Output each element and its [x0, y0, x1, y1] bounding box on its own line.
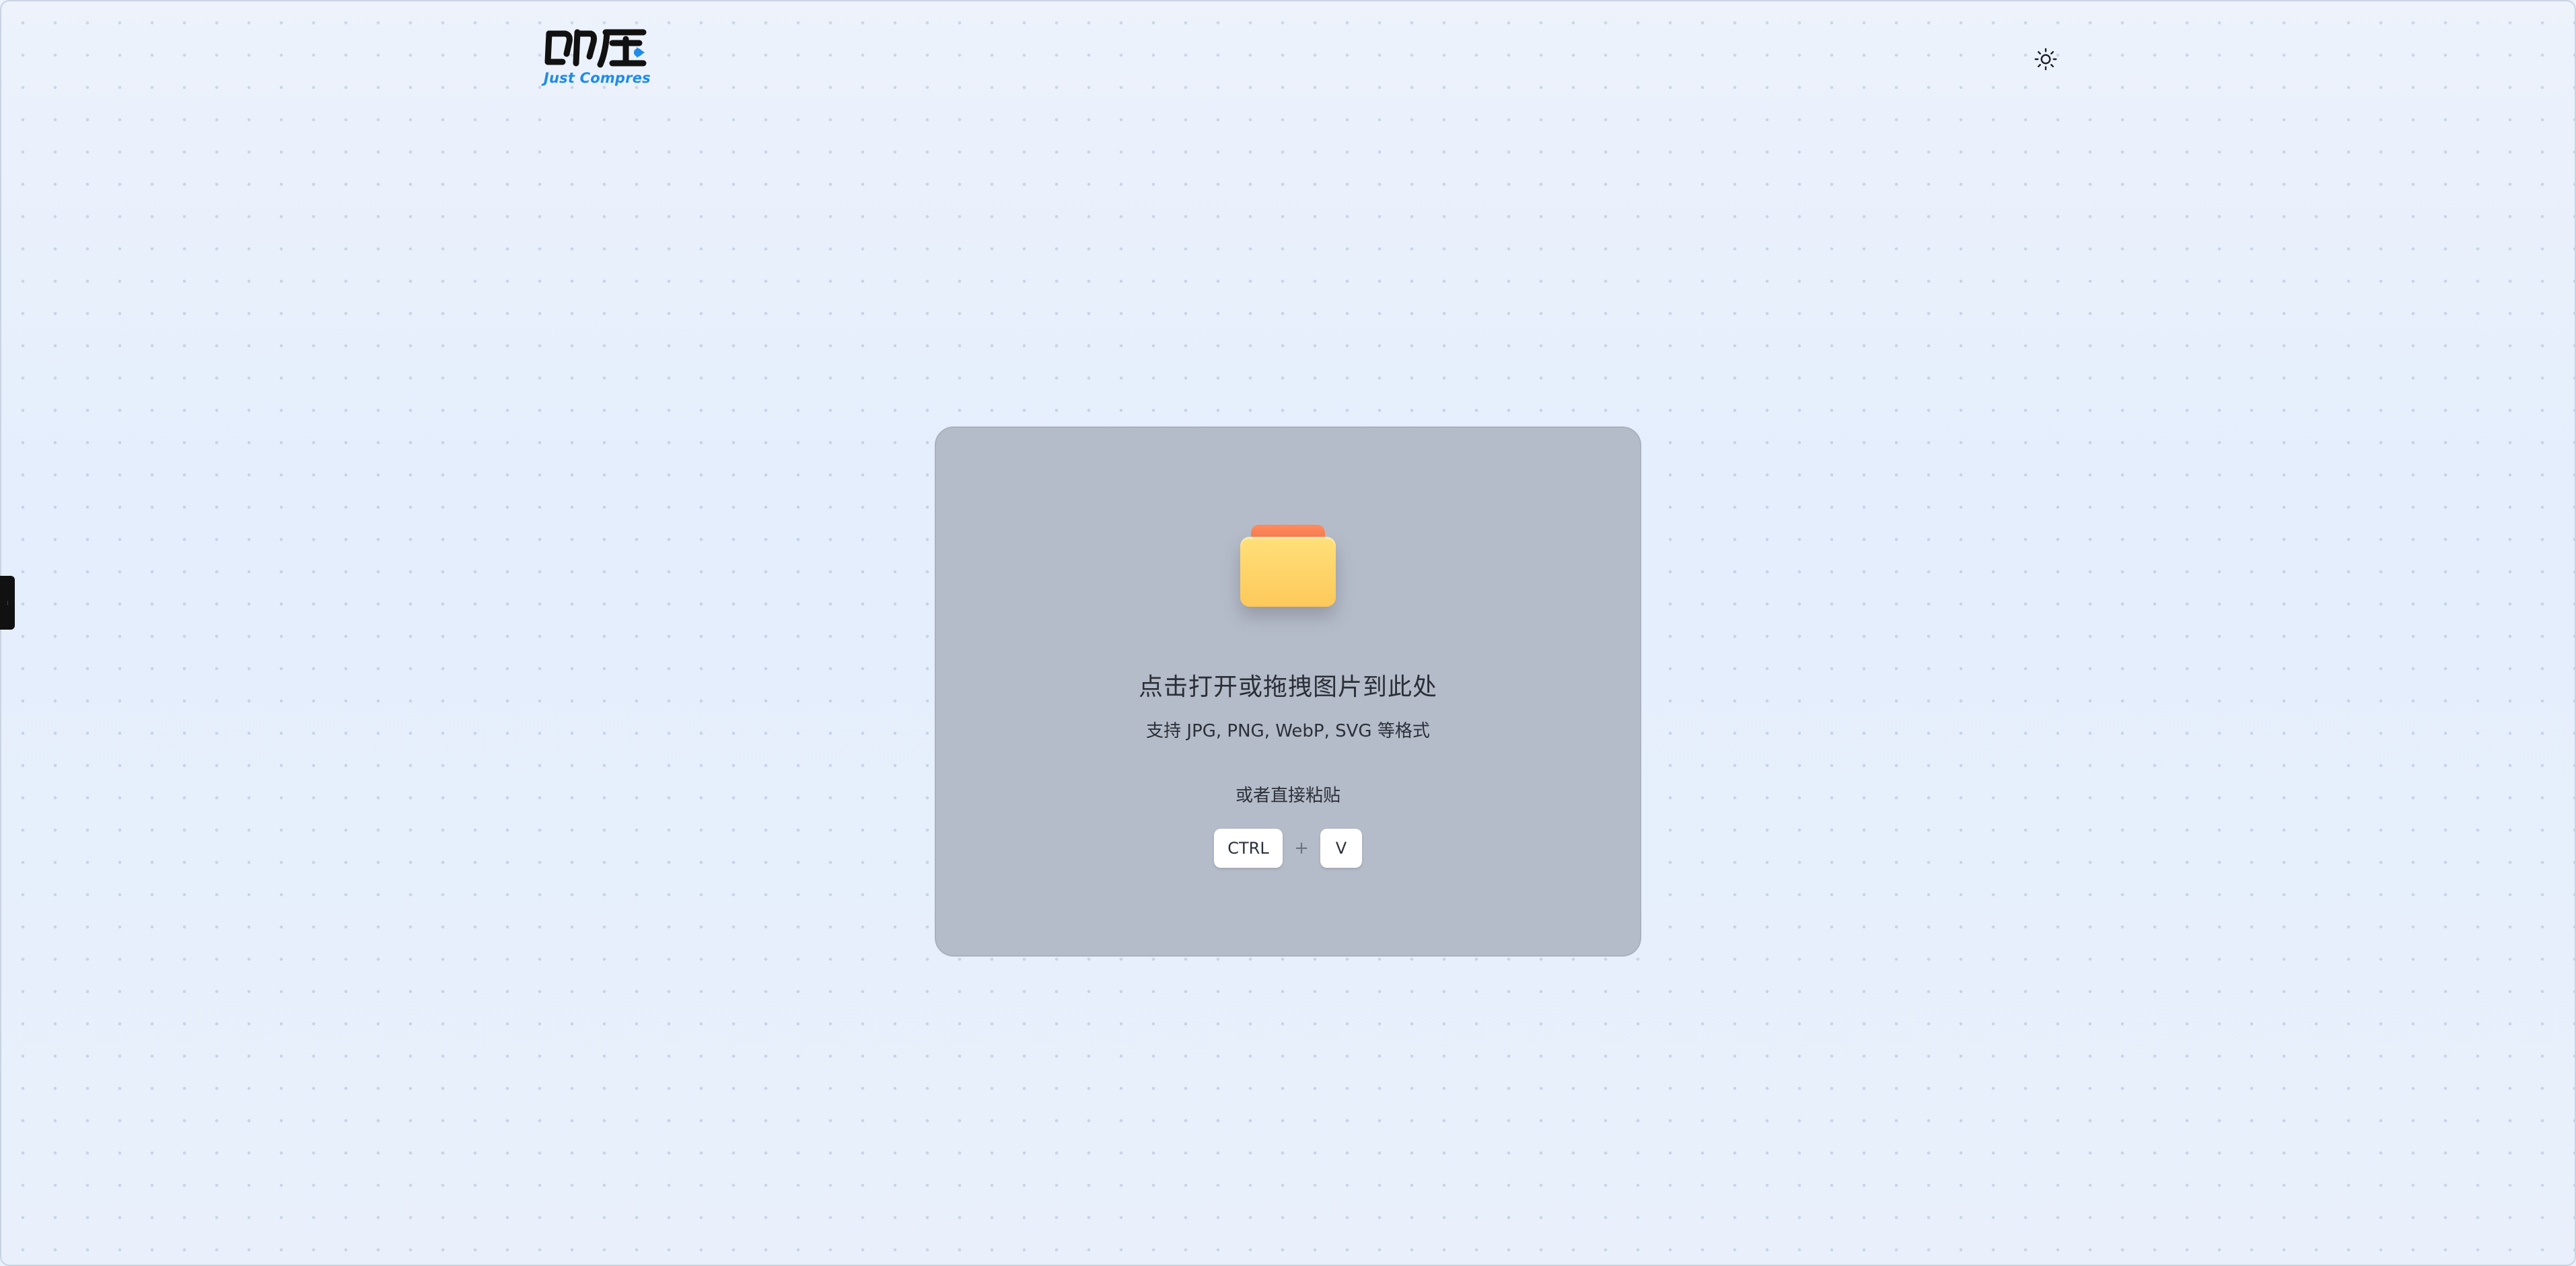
sun-icon	[2034, 48, 2057, 71]
v-key: V	[1320, 829, 1362, 868]
dropzone-title: 点击打开或拖拽图片到此处	[1138, 673, 1437, 701]
side-drawer-tab[interactable]: ···	[0, 576, 15, 630]
folder-icon	[1240, 525, 1336, 607]
ctrl-key: CTRL	[1214, 829, 1283, 868]
folder-icon-body	[1240, 537, 1336, 607]
side-tab-label: ···	[5, 600, 10, 605]
paste-shortcut: CTRL + V	[936, 829, 1640, 868]
dropzone-paste-hint: 或者直接粘贴	[1235, 786, 1340, 806]
theme-toggle-button[interactable]	[2030, 43, 2062, 75]
logo-caption: Just Compres	[544, 70, 651, 86]
dropzone-supported-formats: 支持 JPG, PNG, WebP, SVG 等格式	[1146, 721, 1430, 741]
logo-mark-icon	[544, 29, 647, 68]
shortcut-plus: +	[1294, 838, 1309, 858]
upload-dropzone[interactable]: 点击打开或拖拽图片到此处 支持 JPG, PNG, WebP, SVG 等格式 …	[935, 426, 1641, 957]
app-logo[interactable]: Just Compres	[542, 27, 651, 91]
